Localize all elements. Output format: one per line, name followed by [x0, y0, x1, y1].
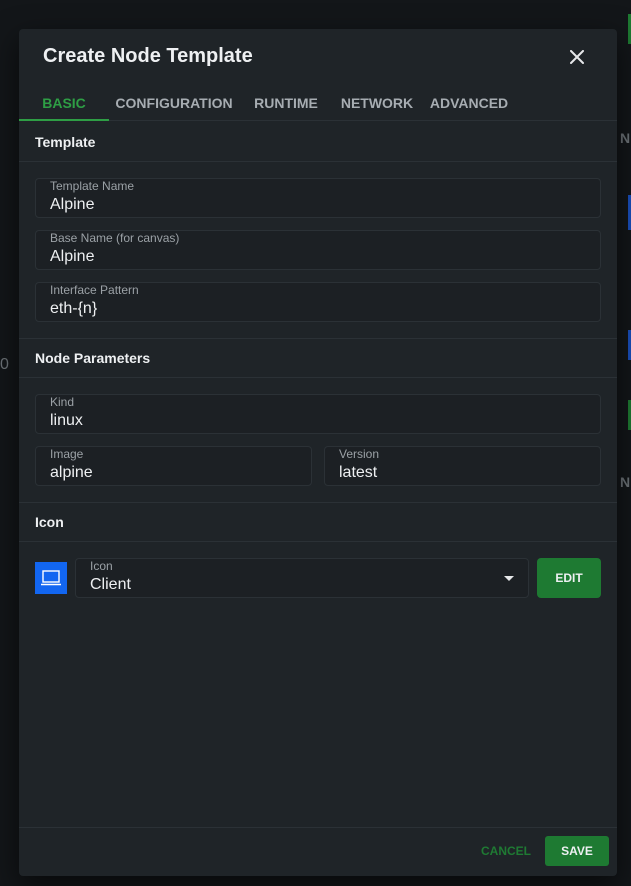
dialog-footer: CANCEL SAVE — [19, 827, 617, 876]
icon-select-label: Icon — [90, 559, 113, 573]
icon-section-title: Icon — [35, 514, 64, 530]
kind-label: Kind — [50, 395, 75, 409]
image-field[interactable]: Image alpine — [35, 446, 312, 486]
create-node-template-dialog: Create Node Template BASIC CONFIGURATION… — [19, 29, 617, 876]
template-section-header: Template — [19, 122, 617, 162]
image-label: Image — [50, 447, 84, 461]
save-button[interactable]: SAVE — [545, 836, 609, 866]
icon-select[interactable]: Icon Client — [75, 558, 529, 598]
version-label: Version — [339, 447, 380, 461]
version-field[interactable]: Version latest — [324, 446, 601, 486]
icon-section-header: Icon — [19, 502, 617, 542]
tab-basic[interactable]: BASIC — [19, 87, 109, 121]
laptop-icon — [41, 570, 61, 586]
template-section-title: Template — [35, 134, 96, 150]
dropdown-arrow-icon — [504, 576, 514, 581]
tab-configuration[interactable]: CONFIGURATION — [109, 87, 239, 121]
tab-runtime[interactable]: RUNTIME — [245, 87, 327, 121]
background-label: N — [620, 130, 631, 146]
image-value: alpine — [50, 464, 93, 481]
interface-pattern-value: eth-{n} — [50, 300, 98, 317]
base-name-value: Alpine — [50, 248, 95, 265]
base-name-field[interactable]: Base Name (for canvas) Alpine — [35, 230, 601, 270]
version-value: latest — [339, 464, 378, 481]
dialog-title: Create Node Template — [43, 45, 253, 67]
kind-field[interactable]: Kind linux — [35, 394, 601, 434]
node-parameters-section-header: Node Parameters — [19, 338, 617, 378]
background-label: 0 — [0, 356, 9, 373]
kind-value: linux — [50, 412, 83, 429]
tab-network[interactable]: NETWORK — [333, 87, 421, 121]
icon-preview — [35, 562, 67, 594]
interface-pattern-label: Interface Pattern — [50, 283, 139, 297]
close-icon — [570, 50, 584, 64]
template-name-value: Alpine — [50, 196, 95, 213]
background-label: N — [620, 474, 631, 490]
tab-advanced[interactable]: ADVANCED — [425, 87, 513, 121]
close-button[interactable] — [565, 45, 589, 69]
node-parameters-section-title: Node Parameters — [35, 350, 151, 366]
tab-bar: BASIC CONFIGURATION RUNTIME NETWORK ADVA… — [19, 87, 617, 121]
cancel-button[interactable]: CANCEL — [473, 836, 539, 866]
template-name-field[interactable]: Template Name Alpine — [35, 178, 601, 218]
edit-icon-button[interactable]: EDIT — [537, 558, 601, 598]
interface-pattern-field[interactable]: Interface Pattern eth-{n} — [35, 282, 601, 322]
base-name-label: Base Name (for canvas) — [50, 231, 180, 245]
icon-select-value: Client — [90, 576, 131, 593]
active-tab-indicator — [19, 119, 109, 121]
template-name-label: Template Name — [50, 179, 135, 193]
